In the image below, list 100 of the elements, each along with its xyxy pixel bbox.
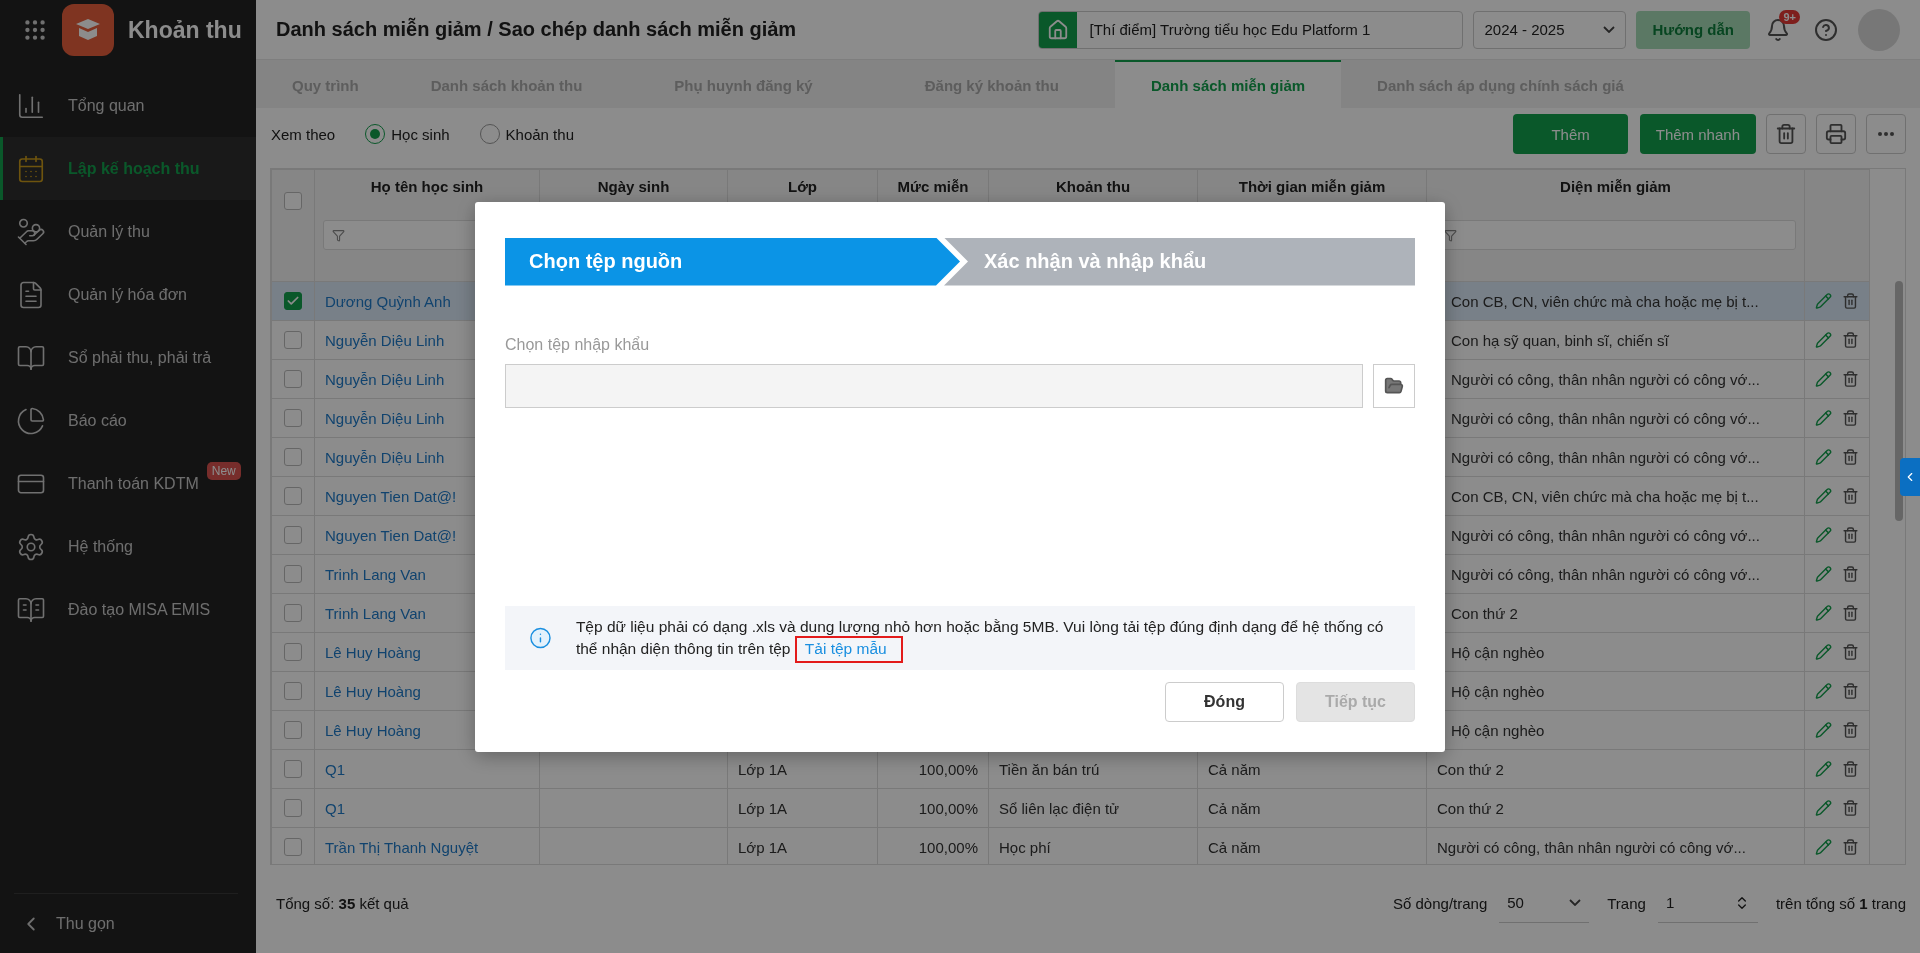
- checkbox[interactable]: [284, 604, 302, 622]
- more-button[interactable]: [1866, 114, 1906, 154]
- checkbox[interactable]: [284, 682, 302, 700]
- edit-icon[interactable]: [1815, 759, 1832, 779]
- sidebar-item[interactable]: Đào tạo MISA EMIS: [0, 578, 256, 641]
- edit-icon[interactable]: [1815, 408, 1832, 428]
- chevron-down-icon: [1603, 26, 1616, 33]
- table-cell[interactable]: Q1: [314, 788, 540, 828]
- table-row[interactable]: Q1 Lớp 1A 100,00% Sổ liên lạc điện tử Cả năm Con thứ 2: [271, 788, 1870, 828]
- edit-icon[interactable]: [1815, 369, 1832, 389]
- column-header: Khoản thu: [1054, 178, 1132, 197]
- edit-icon[interactable]: [1815, 720, 1832, 740]
- checkbox[interactable]: [284, 643, 302, 661]
- check-icon: [286, 294, 300, 308]
- trash-icon[interactable]: [1842, 642, 1859, 662]
- edit-icon[interactable]: [1815, 603, 1832, 623]
- checkbox[interactable]: [284, 565, 302, 583]
- calendar-icon: [16, 153, 46, 184]
- trash-icon[interactable]: [1842, 681, 1859, 701]
- trash-icon[interactable]: [1842, 798, 1859, 818]
- trash-icon[interactable]: [1842, 291, 1859, 311]
- edit-icon[interactable]: [1815, 681, 1832, 701]
- notification-badge: 9+: [1779, 9, 1800, 24]
- folder-icon: [1384, 375, 1404, 396]
- year-select[interactable]: 2024 - 2025: [1473, 10, 1627, 49]
- page-label: Trang: [1607, 894, 1646, 912]
- checkbox[interactable]: [284, 760, 302, 778]
- checkbox[interactable]: [284, 487, 302, 505]
- table-row[interactable]: Q1 Lớp 1A 100,00% Tiền ăn bán trú Cả năm Con thứ 2: [271, 749, 1870, 789]
- trash-icon[interactable]: [1842, 447, 1859, 467]
- filter-icon: [1444, 228, 1457, 242]
- sidebar-item[interactable]: Sổ phải thu, phải trả: [0, 326, 256, 389]
- radio-option[interactable]: Học sinh: [365, 124, 450, 144]
- trash-icon[interactable]: [1842, 603, 1859, 623]
- table-cell: Con thứ 2: [1426, 788, 1805, 828]
- tab[interactable]: Danh sách miễn giảm: [1114, 60, 1342, 108]
- checkbox[interactable]: [284, 838, 302, 856]
- print-button[interactable]: [1816, 114, 1856, 154]
- column-header: Lớp: [787, 178, 818, 197]
- hand-coins-icon: [16, 216, 46, 247]
- trash-icon[interactable]: [1842, 837, 1859, 857]
- checkbox[interactable]: [284, 192, 302, 210]
- file-field[interactable]: [505, 363, 1363, 408]
- radio-label: Học sinh: [391, 125, 450, 143]
- wizard-step: Xác nhận và nhập khẩu: [944, 237, 1415, 286]
- edit-icon[interactable]: [1815, 642, 1832, 662]
- radio-option[interactable]: Khoản thu: [479, 124, 574, 144]
- edit-icon[interactable]: [1815, 486, 1832, 506]
- browse-button[interactable]: [1373, 363, 1415, 408]
- checkbox[interactable]: [284, 799, 302, 817]
- table-row[interactable]: Trần Thị Thanh Nguyệt Lớp 1A 100,00% Học phí Cả năm Người có công, thân nhân người có công vớ...: [271, 827, 1870, 864]
- side-panel-toggle[interactable]: [1900, 458, 1920, 496]
- trash-icon[interactable]: [1842, 486, 1859, 506]
- view-by-label: Xem theo: [271, 125, 336, 143]
- checkbox[interactable]: [284, 526, 302, 544]
- trash-icon[interactable]: [1842, 720, 1859, 740]
- sidebar-item[interactable]: Hệ thống: [0, 515, 256, 578]
- edit-icon[interactable]: [1815, 525, 1832, 545]
- settings-icon: [16, 531, 46, 562]
- chevron-down-icon: [1569, 899, 1582, 906]
- checkbox[interactable]: [284, 721, 302, 739]
- trash-icon[interactable]: [1842, 525, 1859, 545]
- quick-add-button[interactable]: Thêm nhanh: [1639, 114, 1756, 154]
- trash-icon[interactable]: [1842, 408, 1859, 428]
- trash-icon[interactable]: [1842, 369, 1859, 389]
- collapse-sidebar-button[interactable]: Thu gọn: [14, 893, 238, 953]
- edit-icon[interactable]: [1815, 291, 1832, 311]
- help-icon[interactable]: [1814, 17, 1838, 42]
- sidebar-item[interactable]: Thanh toán KDTM New: [0, 452, 256, 515]
- help-button[interactable]: Hướng dẫn: [1636, 10, 1750, 49]
- sidebar-item[interactable]: Quản lý hóa đơn: [0, 263, 256, 326]
- checkbox[interactable]: [284, 331, 302, 349]
- sidebar-item[interactable]: Báo cáo: [0, 389, 256, 452]
- edit-icon[interactable]: [1815, 798, 1832, 818]
- sidebar-item[interactable]: Lập kế hoạch thu: [0, 137, 256, 200]
- sidebar-item[interactable]: Tổng quan: [0, 74, 256, 137]
- sidebar-item[interactable]: Quản lý thu: [0, 200, 256, 263]
- trash-icon[interactable]: [1842, 759, 1859, 779]
- table-cell: Lớp 1A: [727, 788, 878, 828]
- close-button[interactable]: Đóng: [1165, 681, 1284, 722]
- edit-icon[interactable]: [1815, 330, 1832, 350]
- apps-grid-icon[interactable]: [22, 17, 48, 43]
- printer-icon: [1825, 123, 1847, 145]
- checkbox[interactable]: [284, 292, 302, 310]
- scrollbar-thumb[interactable]: [1895, 281, 1903, 521]
- filter-icon: [332, 228, 345, 242]
- checkbox[interactable]: [284, 370, 302, 388]
- checkbox[interactable]: [284, 409, 302, 427]
- download-template-link[interactable]: Tải tệp mẫu: [794, 635, 903, 663]
- delete-button[interactable]: [1766, 114, 1806, 154]
- edit-icon[interactable]: [1815, 564, 1832, 584]
- school-select[interactable]: [Thí điểm] Trường tiểu học Edu Platform 1: [1038, 10, 1464, 49]
- trash-icon[interactable]: [1842, 330, 1859, 350]
- edit-icon[interactable]: [1815, 837, 1832, 857]
- add-button[interactable]: Thêm: [1513, 114, 1628, 154]
- more-icon: [1878, 132, 1894, 136]
- checkbox[interactable]: [284, 448, 302, 466]
- trash-icon[interactable]: [1842, 564, 1859, 584]
- table-cell: Cả năm: [1197, 788, 1427, 828]
- edit-icon[interactable]: [1815, 447, 1832, 467]
